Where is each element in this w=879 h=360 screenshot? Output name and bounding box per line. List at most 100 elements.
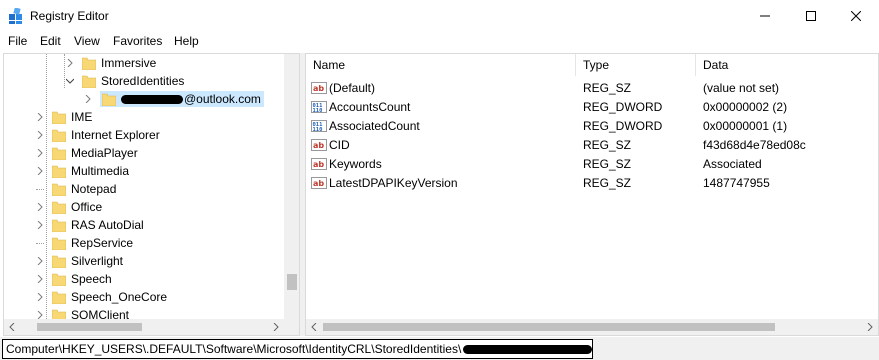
- tree-item-ras-autodial[interactable]: RAS AutoDial: [34, 216, 144, 234]
- chevron-right-icon[interactable]: [82, 93, 94, 105]
- registry-path: Computer\HKEY_USERS\.DEFAULT\Software\Mi…: [6, 342, 462, 356]
- scroll-left-icon[interactable]: [4, 319, 20, 335]
- value-data: (value not set): [703, 80, 780, 95]
- menu-help[interactable]: Help: [174, 34, 199, 48]
- tree-horizontal-scroll-thumb[interactable]: [37, 323, 142, 331]
- values-list-pane[interactable]: Name Type Data ab (Default) REG_SZ (valu…: [305, 53, 879, 336]
- tree-horizontal-scrollbar[interactable]: [4, 319, 284, 335]
- folder-icon: [82, 57, 96, 70]
- scrollbar-corner: [284, 319, 299, 335]
- scroll-right-icon[interactable]: [268, 319, 284, 335]
- menu-view[interactable]: View: [74, 34, 100, 48]
- chevron-right-icon[interactable]: [34, 111, 46, 123]
- svg-text:ab: ab: [313, 84, 324, 93]
- tree-item-repservice[interactable]: RepService: [34, 234, 133, 252]
- string-value-icon: ab: [311, 157, 327, 170]
- column-header-name[interactable]: Name: [306, 54, 574, 76]
- tree-item-speech-onecore[interactable]: Speech_OneCore: [34, 288, 167, 306]
- tree-item-label: Silverlight: [71, 254, 124, 268]
- value-data: Associated: [703, 156, 762, 171]
- tree-item-label: StoredIdentities: [101, 74, 185, 88]
- address-bar[interactable]: Computer\HKEY_USERS\.DEFAULT\Software\Mi…: [2, 339, 593, 359]
- tree-item-outlook-identity[interactable]: @outlook.com: [82, 90, 264, 108]
- tree-item-speech[interactable]: Speech: [34, 270, 112, 288]
- tree-item-label: Speech_OneCore: [71, 290, 168, 304]
- tree-vertical-scroll-thumb[interactable]: [287, 274, 297, 290]
- title-bar: Registry Editor: [0, 0, 879, 31]
- chevron-right-icon[interactable]: [34, 255, 46, 267]
- menu-favorites[interactable]: Favorites: [113, 34, 162, 48]
- value-type: REG_DWORD: [583, 99, 663, 114]
- list-horizontal-scroll-thumb[interactable]: [323, 323, 775, 331]
- folder-icon: [102, 93, 116, 106]
- value-name: LatestDPAPIKeyVersion: [329, 175, 458, 190]
- tree-item-label: Multimedia: [71, 164, 130, 178]
- tree-item-storedidentities[interactable]: StoredIdentities: [64, 72, 184, 90]
- chevron-down-icon[interactable]: [64, 75, 76, 87]
- column-header-data[interactable]: Data: [696, 54, 876, 76]
- binary-value-icon: 011110: [311, 119, 327, 133]
- value-type: REG_SZ: [583, 80, 632, 95]
- tree-item-immersive[interactable]: Immersive: [64, 54, 156, 72]
- chevron-right-icon[interactable]: [34, 291, 46, 303]
- tree-item-silverlight[interactable]: Silverlight: [34, 252, 123, 270]
- string-value-icon: ab: [311, 176, 327, 189]
- folder-open-icon: [82, 75, 96, 88]
- chevron-right-icon[interactable]: [34, 201, 46, 213]
- chevron-right-icon[interactable]: [34, 219, 46, 231]
- tree-connector: [36, 188, 44, 190]
- tree-item-notepad[interactable]: Notepad: [34, 180, 116, 198]
- list-item[interactable]: ab Keywords REG_SZ Associated: [306, 154, 876, 173]
- menu-file[interactable]: File: [8, 34, 27, 48]
- list-item[interactable]: ab LatestDPAPIKeyVersion REG_SZ 14877479…: [306, 173, 876, 192]
- svg-text:110: 110: [313, 127, 323, 133]
- tree-vertical-scrollbar[interactable]: [284, 54, 299, 319]
- status-bar: Computer\HKEY_USERS\.DEFAULT\Software\Mi…: [0, 337, 879, 360]
- scroll-left-icon[interactable]: [306, 319, 322, 335]
- value-type: REG_DWORD: [583, 118, 663, 133]
- minimize-button[interactable]: [742, 0, 788, 31]
- tree-item-ime[interactable]: IME: [34, 108, 92, 126]
- value-type: REG_SZ: [583, 156, 632, 171]
- string-value-icon: ab: [311, 81, 327, 94]
- key-tree-pane[interactable]: Immersive StoredIdentities @outlook.com …: [3, 53, 300, 336]
- folder-icon: [52, 201, 66, 214]
- svg-text:ab: ab: [313, 160, 324, 169]
- folder-icon: [52, 147, 66, 160]
- value-data: f43d68d4e78ed08c: [703, 137, 806, 152]
- tree-item-label: @outlook.com: [184, 92, 261, 106]
- list-item[interactable]: ab CID REG_SZ f43d68d4e78ed08c: [306, 135, 876, 154]
- tree-item-label: IME: [71, 110, 93, 124]
- window-title: Registry Editor: [30, 9, 109, 23]
- column-header-type[interactable]: Type: [576, 54, 696, 76]
- chevron-right-icon[interactable]: [64, 57, 76, 69]
- menu-edit[interactable]: Edit: [40, 34, 61, 48]
- tree-item-office[interactable]: Office: [34, 198, 102, 216]
- close-button[interactable]: [833, 0, 879, 31]
- chevron-right-icon[interactable]: [34, 147, 46, 159]
- value-type: REG_SZ: [583, 137, 632, 152]
- tree-item-multimedia[interactable]: Multimedia: [34, 162, 129, 180]
- list-item[interactable]: 011 110 AccountsCount REG_DWORD 0x0000000…: [306, 97, 876, 116]
- tree-item-label: Internet Explorer: [71, 128, 160, 142]
- tree-item-label: RepService: [71, 236, 134, 250]
- folder-icon: [52, 291, 66, 304]
- scroll-right-icon[interactable]: [862, 319, 878, 335]
- maximize-button[interactable]: [788, 0, 834, 31]
- list-horizontal-scrollbar[interactable]: [306, 319, 878, 335]
- tree-item-label: Immersive: [101, 56, 157, 70]
- tree-item-mediaplayer[interactable]: MediaPlayer: [34, 144, 138, 162]
- chevron-right-icon[interactable]: [34, 129, 46, 141]
- value-data: 1487747955: [703, 175, 770, 190]
- minimize-icon: [760, 15, 770, 16]
- list-item[interactable]: ab (Default) REG_SZ (value not set): [306, 78, 876, 97]
- redacted-text: [121, 94, 183, 104]
- list-item[interactable]: 011 110 AssociatedCount REG_DWORD 0x00000…: [306, 116, 876, 135]
- tree-item-label: Notepad: [71, 182, 117, 196]
- chevron-right-icon[interactable]: [34, 165, 46, 177]
- chevron-right-icon[interactable]: [34, 273, 46, 285]
- value-name: AssociatedCount: [329, 118, 420, 133]
- tree-connector: [36, 242, 44, 244]
- tree-item-internet-explorer[interactable]: Internet Explorer: [34, 126, 160, 144]
- tree-item-label: RAS AutoDial: [71, 218, 144, 232]
